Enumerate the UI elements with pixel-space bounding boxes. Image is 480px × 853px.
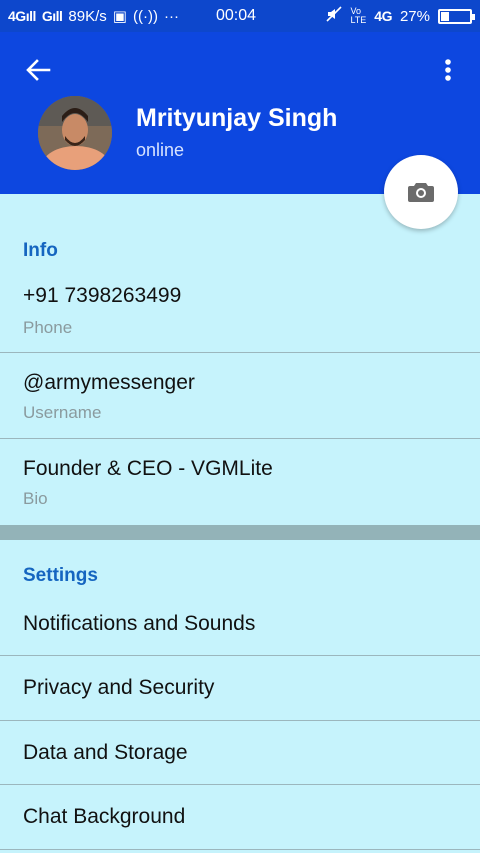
battery-percent: 27% [399, 7, 430, 25]
back-button[interactable] [20, 54, 56, 86]
bio-value: Founder & CEO - VGMLite [23, 457, 273, 480]
volte-icon: Vo LTE [350, 6, 367, 25]
phone-row[interactable]: +91 7398263499 Phone [0, 270, 480, 353]
presence-status: online [136, 140, 185, 160]
hotspot-icon: ((·)) [132, 7, 158, 25]
profile-name: Mrityunjay Singh [136, 104, 338, 132]
profile-photo [38, 96, 112, 170]
status-left-group: 4Gıll Gıll 89K/s ▣ ((·)) ··· [8, 7, 179, 26]
status-bar: 4Gıll Gıll 89K/s ▣ ((·)) ··· 00:04 Vo LTE… [0, 0, 480, 32]
bio-row[interactable]: Founder & CEO - VGMLite Bio [0, 439, 480, 525]
network-speed: 89K/s [68, 7, 107, 25]
username-value: @armymessenger [23, 371, 195, 394]
settings-item-data-storage[interactable]: Data and Storage [0, 721, 480, 785]
phone-value: +91 7398263499 [23, 284, 182, 307]
mute-icon [326, 6, 343, 26]
signal-bars-icon: ıll [52, 8, 63, 24]
battery-icon [438, 8, 475, 24]
info-section-title: Info [23, 240, 58, 261]
settings-item-privacy[interactable]: Privacy and Security [0, 656, 480, 721]
status-right-group: Vo LTE 4G 27% [326, 0, 475, 32]
settings-item-notifications[interactable]: Notifications and Sounds [0, 592, 480, 656]
camera-icon [408, 183, 434, 202]
avatar[interactable] [38, 96, 112, 170]
settings-section-title: Settings [23, 565, 98, 586]
username-row[interactable]: @armymessenger Username [0, 353, 480, 439]
username-label: Username [23, 403, 102, 422]
more-options-button[interactable] [436, 54, 460, 86]
settings-item-label: Chat Background [23, 805, 186, 828]
settings-item-label: Notifications and Sounds [23, 612, 256, 635]
settings-item-chat-background[interactable]: Chat Background [0, 785, 480, 850]
lte-signal: 4G [374, 8, 392, 24]
settings-item-label: Data and Storage [23, 741, 188, 764]
section-divider [0, 525, 480, 540]
clock: 00:04 [216, 7, 257, 24]
network-signal-1: 4Gıll [8, 8, 36, 24]
screenshot-icon: ▣ [112, 8, 127, 25]
settings-item-label: Privacy and Security [23, 676, 215, 699]
arrow-left-icon [26, 59, 51, 81]
signal-bars-icon: ıll [25, 8, 37, 24]
bio-label: Bio [23, 489, 48, 508]
more-vertical-icon [445, 59, 451, 81]
phone-label: Phone [23, 318, 73, 337]
more-notifications-icon: ··· [163, 7, 179, 25]
change-photo-button[interactable] [384, 155, 458, 229]
network-signal-2: Gıll [41, 8, 63, 24]
